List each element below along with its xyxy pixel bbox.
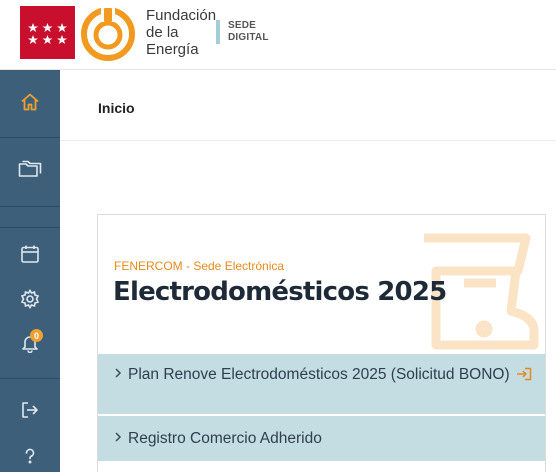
accordion-label: Registro Comercio Adherido (128, 430, 322, 447)
sidebar: 0 (0, 70, 60, 472)
org-name: Fundación de la Energía (146, 7, 216, 58)
calendar-icon (21, 245, 39, 263)
sede-line-2: DIGITAL (228, 32, 269, 43)
chevron-right-icon (115, 368, 122, 378)
sede-digital-label: SEDE DIGITAL (228, 20, 269, 44)
procedure-card: FENERCOM - Sede Electrónica Electrodomés… (97, 214, 546, 472)
sidebar-separator (0, 206, 60, 207)
header: Fundación de la Energía SEDE DIGITAL (0, 0, 556, 70)
accordion-item-plan-renove[interactable]: Plan Renove Electrodomésticos 2025 (Soli… (98, 354, 545, 414)
org-name-line-2: de la (146, 24, 179, 41)
card-subtitle: FENERCOM - Sede Electrónica (114, 259, 285, 273)
sidebar-item-home[interactable] (0, 80, 60, 124)
card-title: Electrodomésticos 2025 (113, 277, 447, 307)
org-name-line-1: Fundación (146, 7, 217, 24)
org-name-line-3: Energía (146, 41, 199, 58)
sidebar-item-calendar[interactable] (0, 232, 60, 276)
breadcrumb: Inicio (60, 70, 556, 141)
sidebar-item-settings[interactable] (0, 277, 60, 321)
sidebar-item-help[interactable] (0, 434, 60, 472)
logout-icon (22, 402, 38, 418)
accordion-label: Plan Renove Electrodomésticos 2025 (Soli… (128, 366, 510, 383)
sede-bar (216, 20, 220, 44)
folder-icon (18, 160, 42, 177)
fundacion-energia-logo-icon[interactable] (80, 4, 138, 67)
sidebar-item-notifications[interactable]: 0 (0, 321, 60, 365)
breadcrumb-item-inicio[interactable]: Inicio (98, 100, 135, 116)
accordion-item-registro-comercio[interactable]: Registro Comercio Adherido (98, 416, 545, 461)
sidebar-item-logout[interactable] (0, 388, 60, 432)
login-icon[interactable] (516, 367, 532, 381)
notification-badge: 0 (30, 329, 43, 342)
sidebar-item-folders[interactable] (0, 148, 60, 192)
sede-line-1: SEDE (228, 20, 257, 31)
chevron-right-icon (115, 432, 122, 442)
sidebar-separator (0, 227, 60, 228)
help-icon (25, 448, 35, 464)
comunidad-madrid-flag-logo[interactable] (20, 6, 75, 59)
gear-icon (20, 289, 40, 309)
sidebar-separator (0, 378, 60, 379)
home-icon (21, 93, 39, 111)
sidebar-separator (0, 137, 60, 138)
